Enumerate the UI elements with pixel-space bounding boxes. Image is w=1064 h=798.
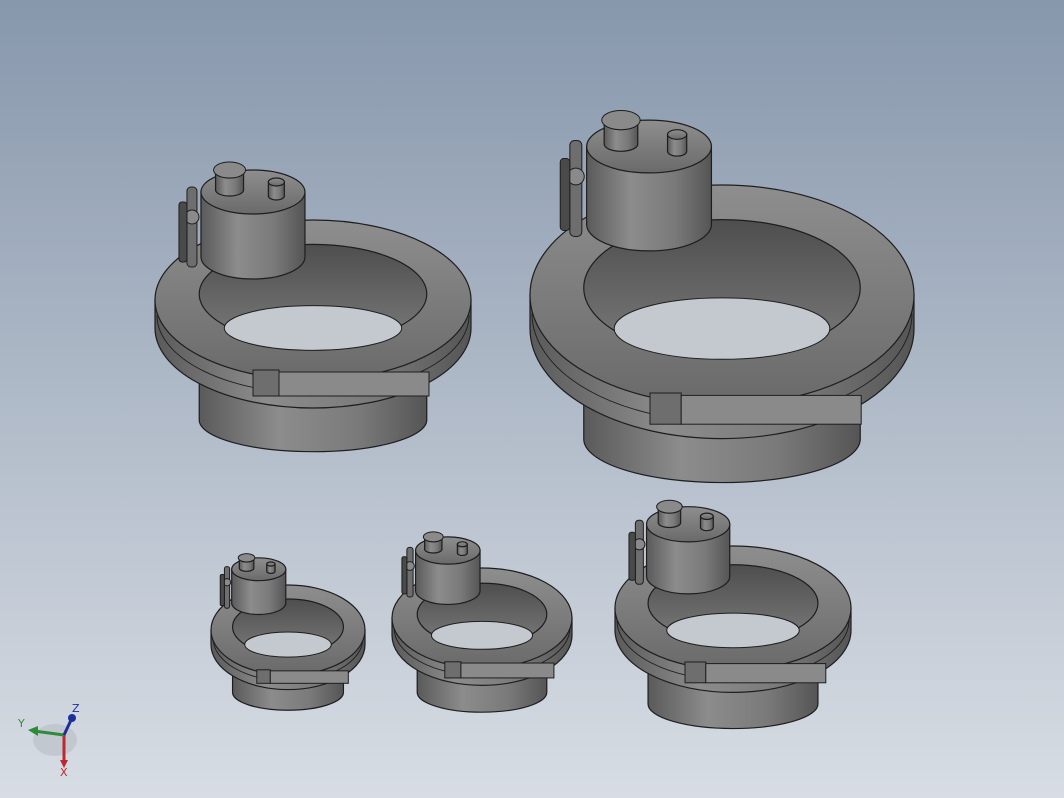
canister-pin-top <box>666 129 688 140</box>
latch-lever <box>178 201 188 263</box>
clamp-block <box>252 369 280 397</box>
bore-opening <box>244 631 332 658</box>
latch-arm <box>186 186 198 268</box>
clamp-band <box>680 394 862 425</box>
latch-arm <box>223 566 231 609</box>
latch-arm <box>406 546 414 598</box>
model-scene: X Y Z <box>0 0 1064 798</box>
latch-arm <box>634 519 644 585</box>
x-axis-label: X <box>60 766 68 779</box>
canister-pin-top <box>266 561 276 567</box>
clamp-band <box>269 670 349 684</box>
clamp-band <box>705 663 827 684</box>
latch-lever <box>628 531 636 581</box>
knob-cap <box>237 553 256 563</box>
clamp-block <box>649 392 682 425</box>
bore-opening <box>613 297 831 360</box>
knob-cap <box>213 161 247 179</box>
bore-opening <box>666 612 800 649</box>
knob-cap <box>422 531 444 543</box>
clamp-band <box>278 371 430 397</box>
knob-cap <box>601 110 641 131</box>
latch-lever <box>401 556 408 595</box>
z-axis-knob <box>68 714 76 722</box>
cad-viewport[interactable]: X Y Z <box>0 0 1064 798</box>
y-axis-label: Y <box>17 717 25 730</box>
z-axis-label: Z <box>72 702 80 715</box>
clamp-band <box>460 662 555 679</box>
bore-opening <box>223 305 403 351</box>
latch-lever <box>219 573 225 607</box>
clamp-block <box>444 661 462 679</box>
latch-lever <box>559 158 571 231</box>
canister-pin-top <box>456 541 468 548</box>
clamp-block <box>256 669 271 684</box>
canister-pin-top <box>267 177 285 187</box>
canister-pin-top <box>699 512 714 521</box>
knob-cap <box>656 499 683 514</box>
latch-arm <box>569 140 583 237</box>
bore-opening <box>430 620 534 650</box>
clamp-block <box>684 661 707 684</box>
